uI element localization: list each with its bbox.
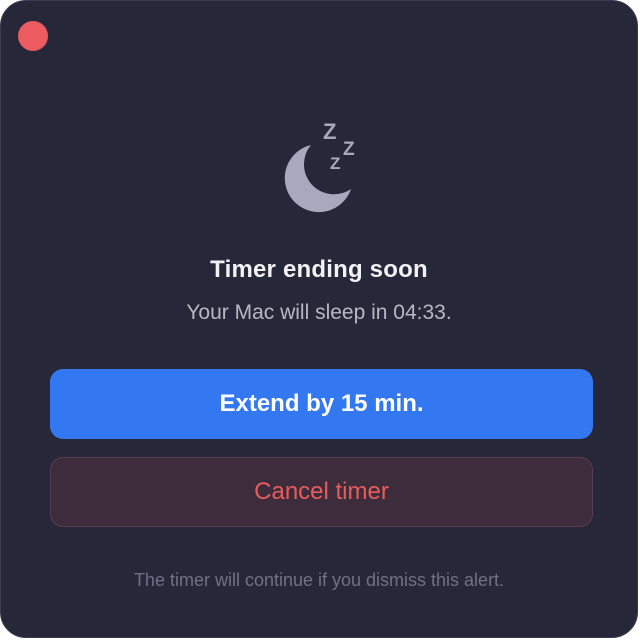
dismiss-footnote: The timer will continue if you dismiss t… — [133, 570, 505, 590]
z-small: Z — [330, 154, 340, 173]
z-medium: Z — [343, 139, 355, 160]
extend-button[interactable]: Extend by 15 min. — [50, 369, 593, 439]
close-icon[interactable] — [18, 21, 48, 51]
z-large: Z — [323, 119, 336, 144]
moon-sleep-icon: Z Z Z — [284, 119, 355, 213]
cancel-button-label: Cancel timer — [254, 478, 389, 505]
moon-shape — [284, 145, 351, 213]
alert-message: Your Mac will sleep in 04:33. — [186, 301, 452, 324]
alert-title: Timer ending soon — [210, 256, 428, 283]
extend-button-label: Extend by 15 min. — [219, 390, 424, 417]
cancel-timer-button[interactable]: Cancel timer — [50, 457, 593, 527]
alert-window: Z Z Z Timer ending soon Your Mac will sl… — [0, 0, 638, 638]
